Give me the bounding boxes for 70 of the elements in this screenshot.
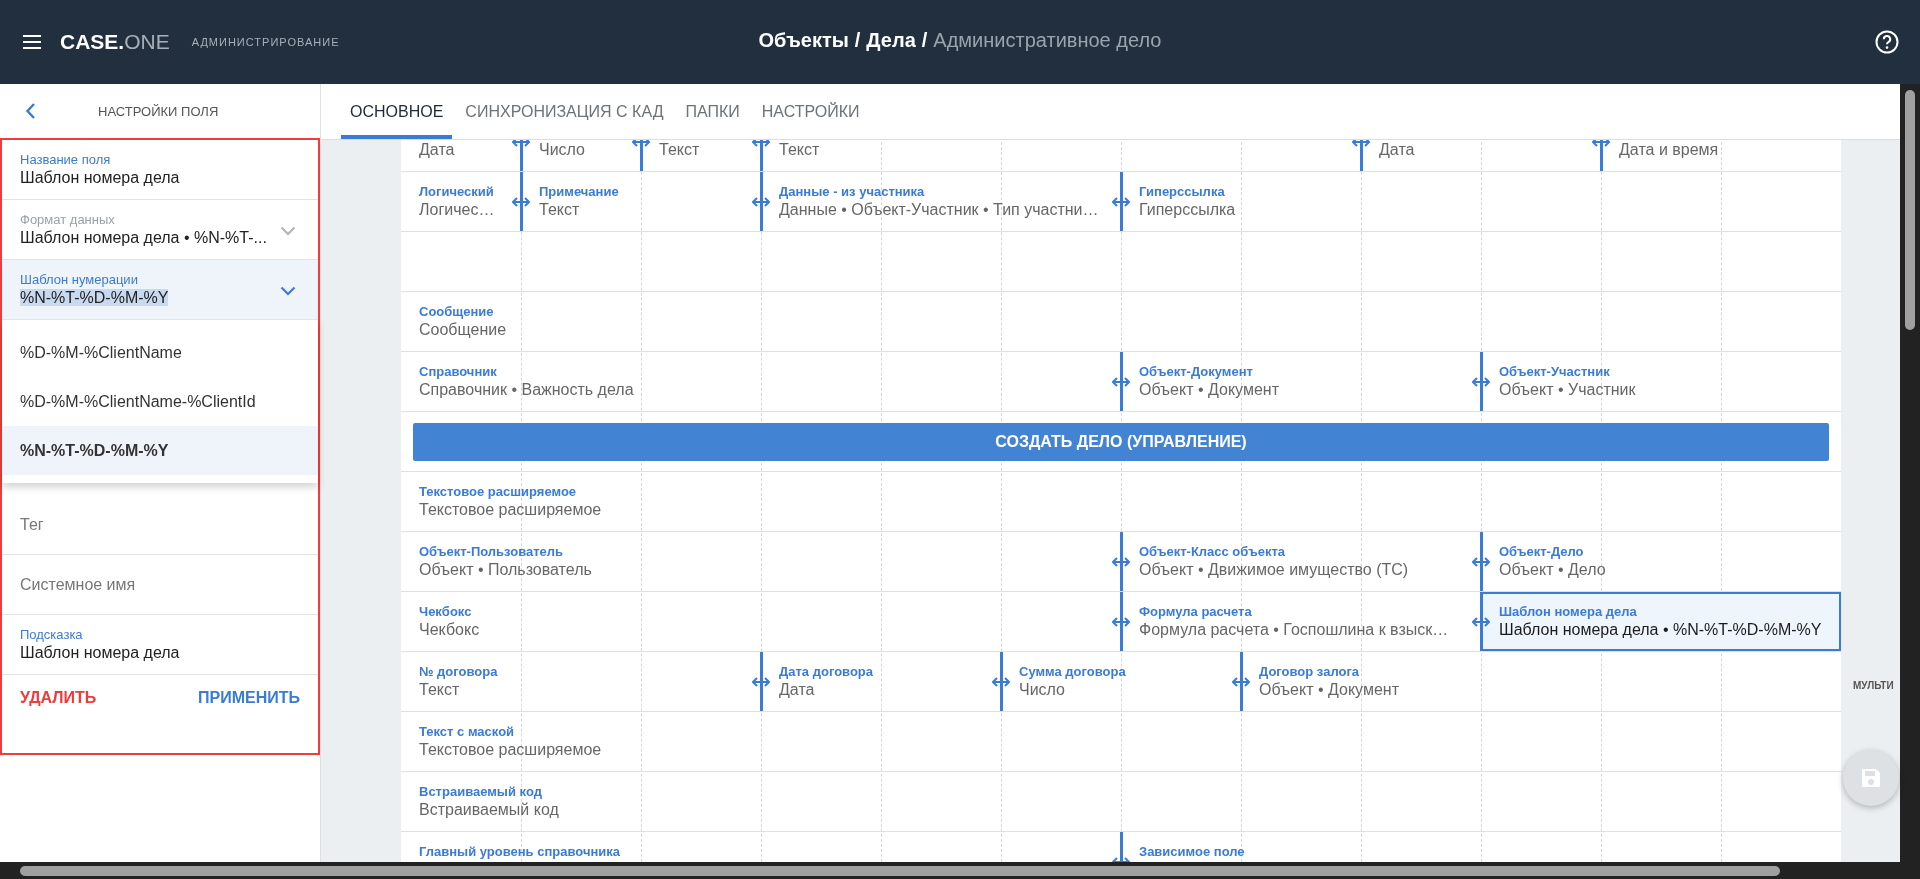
form-field[interactable]: Примечание Текст	[521, 172, 761, 231]
resize-handle[interactable]	[752, 172, 770, 231]
form-field[interactable]: Логический Логичес…	[401, 172, 521, 231]
form-field[interactable]: Данные - из участника Данные • Объект-Участник • Тип участни…	[761, 172, 1121, 231]
chevron-down-icon	[280, 226, 296, 236]
form-field[interactable]: Главный уровень справочника	[401, 832, 1121, 862]
form-field[interactable]: Сообщение Сообщение	[401, 292, 1841, 351]
text-field[interactable]: Название поля Шаблон номера дела	[2, 140, 318, 200]
resize-handle[interactable]	[1112, 592, 1130, 651]
form-field[interactable]: Текст	[641, 140, 761, 171]
multi-label: МУЛЬТИ	[1853, 680, 1894, 691]
form-field[interactable]: Зависимое поле	[1121, 832, 1841, 862]
form-field[interactable]: Объект-Дело Объект • Дело	[1481, 532, 1841, 591]
text-field[interactable]: Тег	[20, 515, 300, 534]
resize-handle[interactable]	[752, 652, 770, 711]
text-field[interactable]: Системное имя	[20, 575, 300, 594]
resize-handle[interactable]	[1112, 532, 1130, 591]
tab[interactable]: СИНХРОНИЗАЦИЯ С КАД	[456, 84, 673, 139]
chevron-down-icon	[280, 286, 296, 296]
form-field[interactable]: Чекбокс Чекбокс	[401, 592, 1121, 651]
back-icon[interactable]	[24, 101, 38, 121]
text-field[interactable]: Подсказка Шаблон номера дела	[2, 615, 318, 675]
select-field[interactable]: Шаблон нумерации %N-%T-%D-%M-%Y	[2, 260, 318, 320]
dropdown-option[interactable]: %D-%M-%ClientName	[2, 328, 318, 377]
form-field[interactable]: Гиперссылка Гиперссылка	[1121, 172, 1841, 231]
create-button[interactable]: СОЗДАТЬ ДЕЛО (УПРАВЛЕНИЕ)	[413, 422, 1829, 461]
breadcrumb-link[interactable]: Дела	[866, 29, 916, 52]
form-field[interactable]: Число	[521, 140, 641, 171]
form-field[interactable]: Формула расчета Формула расчета • Госпошлина к взыск…	[1121, 592, 1481, 651]
resize-handle[interactable]	[1112, 352, 1130, 411]
dropdown-option[interactable]: %D-%M-%ClientName-%ClientId	[2, 377, 318, 426]
tab[interactable]: НАСТРОЙКИ	[752, 84, 869, 139]
resize-handle[interactable]	[512, 172, 530, 231]
help-icon[interactable]	[1874, 29, 1900, 55]
form-field[interactable]: Шаблон номера дела Шаблон номера дела • %N-%T-%D-%M-%Y	[1481, 592, 1841, 651]
resize-handle[interactable]	[1472, 592, 1490, 651]
form-field[interactable]: Договор залога Объект • Документ	[1241, 652, 1841, 711]
brand-logo[interactable]: CASE.ONE	[60, 30, 170, 54]
breadcrumb-separator: /	[921, 29, 928, 52]
resize-handle[interactable]	[1472, 352, 1490, 411]
breadcrumb-current: Административное дело	[933, 29, 1162, 52]
form-field[interactable]: Дата договора Дата	[761, 652, 1001, 711]
dropdown-option[interactable]: %N-%T-%D-%M-%Y	[2, 426, 318, 475]
form-field[interactable]: Текст	[761, 140, 1361, 171]
form-field[interactable]: Дата	[1361, 140, 1601, 171]
form-field[interactable]: Справочник Справочник • Важность дела	[401, 352, 1121, 411]
section-label: АДМИНИСТРИРОВАНИЕ	[191, 36, 340, 48]
resize-handle[interactable]	[1112, 172, 1130, 231]
panel-title: НАСТРОЙКИ ПОЛЯ	[98, 103, 219, 119]
breadcrumb-separator: /	[854, 29, 861, 52]
form-field[interactable]: Сумма договора Число	[1001, 652, 1241, 711]
form-field[interactable]: Объект-Пользователь Объект • Пользователь	[401, 532, 1121, 591]
form-field[interactable]: № договора Текст	[401, 652, 761, 711]
vertical-scrollbar[interactable]	[1900, 84, 1920, 862]
tab[interactable]: ПАПКИ	[676, 84, 749, 139]
form-field[interactable]: Встраиваемый код Встраиваемый код	[401, 772, 1841, 831]
form-field[interactable]: Текст с маской Текстовое расширяемое	[401, 712, 1841, 771]
resize-handle[interactable]	[992, 652, 1010, 711]
form-field[interactable]: Дата и время	[1601, 140, 1841, 171]
form-field[interactable]: Объект-Участник Объект • Участник	[1481, 352, 1841, 411]
horizontal-scrollbar[interactable]	[0, 862, 1920, 879]
form-field[interactable]: Текстовое расширяемое Текстовое расширяемое	[401, 472, 1841, 531]
apply-button[interactable]: ПРИМЕНИТЬ	[198, 683, 300, 713]
form-field[interactable]: Объект-Документ Объект • Документ	[1121, 352, 1481, 411]
form-field[interactable]: Объект-Класс объекта Объект • Движимое имущество (ТС)	[1121, 532, 1481, 591]
resize-handle[interactable]	[1232, 652, 1250, 711]
breadcrumb-link[interactable]: Объекты	[758, 29, 849, 52]
delete-button[interactable]: УДАЛИТЬ	[20, 683, 97, 713]
form-field[interactable]: Дата	[401, 140, 521, 171]
resize-handle[interactable]	[1472, 532, 1490, 591]
